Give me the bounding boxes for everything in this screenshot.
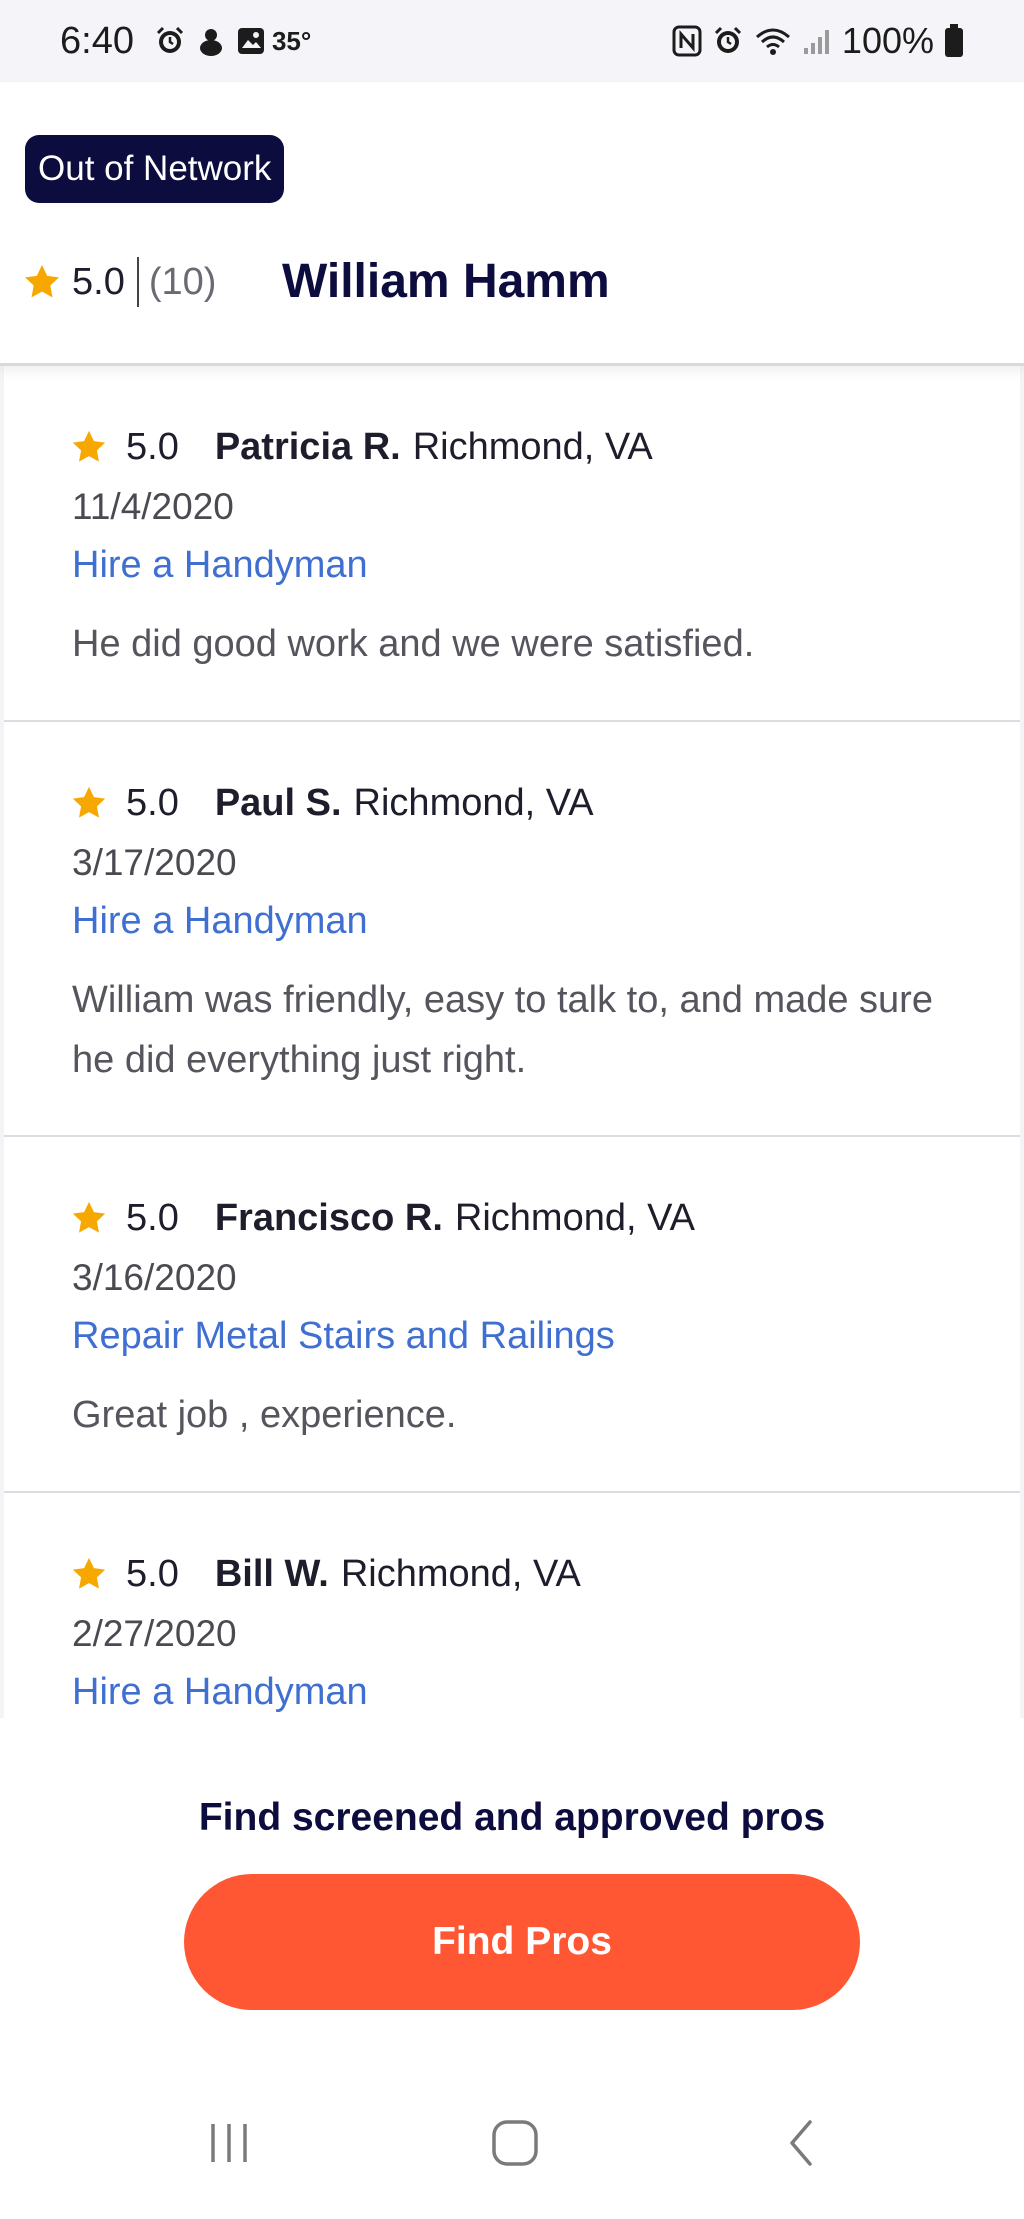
review-rating: 5.0 xyxy=(126,781,179,824)
footer-title: Find screened and approved pros xyxy=(198,1796,826,1839)
recent-apps-icon[interactable] xyxy=(189,2108,269,2178)
star-icon xyxy=(70,1555,108,1593)
find-pros-button[interactable]: Find Pros xyxy=(184,1874,860,2010)
review-header: 5.0 Francisco R. Richmond, VA xyxy=(70,1193,695,1243)
review-header: 5.0 Bill W. Richmond, VA xyxy=(70,1549,581,1599)
reviewer-name: Bill W. xyxy=(214,1552,329,1595)
review-date: 11/4/2020 xyxy=(72,486,234,527)
home-icon[interactable] xyxy=(475,2108,555,2178)
pro-name: William Hamm xyxy=(282,255,610,308)
review-rating: 5.0 xyxy=(126,1196,179,1239)
battery-icon xyxy=(944,24,964,58)
review-text: Great job , experience. xyxy=(72,1394,457,1436)
review-text: He did good work and we were satisfied. xyxy=(72,623,755,665)
status-bar: 6:40 35° 100% xyxy=(0,0,1024,82)
review-count: (10) xyxy=(148,260,217,303)
review-card: 5.0 Francisco R. Richmond, VA 3/16/2020 … xyxy=(4,1137,1020,1493)
temperature-label: 35° xyxy=(271,25,312,56)
reviewer-location: Richmond, VA xyxy=(454,1196,695,1239)
nfc-icon xyxy=(672,25,702,57)
reviewer-name: Patricia R. xyxy=(214,425,401,468)
alarm-icon xyxy=(154,25,186,57)
review-service-link[interactable]: Hire a Handyman xyxy=(72,544,368,587)
review-rating: 5.0 xyxy=(126,1552,179,1595)
review-date: 2/27/2020 xyxy=(72,1613,237,1654)
review-card: 5.0 Paul S. Richmond, VA 3/17/2020 Hire … xyxy=(4,722,1020,1137)
star-icon xyxy=(70,784,108,822)
status-bar-right: 100% xyxy=(672,20,964,62)
status-bar-left: 6:40 35° xyxy=(60,20,311,63)
review-card: 5.0 Patricia R. Richmond, VA 11/4/2020 H… xyxy=(4,366,1020,722)
reviewer-location: Richmond, VA xyxy=(353,781,594,824)
reviewer-name: Francisco R. xyxy=(214,1196,443,1239)
out-of-network-badge: Out of Network xyxy=(25,135,285,203)
review-date: 3/17/2020 xyxy=(72,842,237,883)
status-time: 6:40 xyxy=(60,19,134,62)
signal-icon xyxy=(802,26,832,56)
review-rating: 5.0 xyxy=(126,425,179,468)
pro-header: Out of Network 5.0 (10) William Hamm xyxy=(0,82,1024,366)
header-rating-score: 5.0 xyxy=(72,260,125,303)
reviews-list[interactable]: 5.0 Patricia R. Richmond, VA 11/4/2020 H… xyxy=(0,366,1024,1718)
review-header: 5.0 Patricia R. Richmond, VA xyxy=(70,422,653,472)
review-service-link[interactable]: Hire a Handyman xyxy=(72,900,368,943)
reviewer-location: Richmond, VA xyxy=(340,1552,581,1595)
review-header: 5.0 Paul S. Richmond, VA xyxy=(70,778,594,828)
review-service-link[interactable]: Repair Metal Stairs and Railings xyxy=(72,1315,615,1358)
rating-divider xyxy=(136,257,139,307)
star-icon xyxy=(70,1199,108,1237)
alarm-icon xyxy=(712,25,744,57)
find-pros-footer: Find screened and approved pros Find Pro… xyxy=(0,1718,1024,2068)
review-text: William was friendly, easy to talk to, a… xyxy=(72,979,933,1081)
back-icon[interactable] xyxy=(763,2108,843,2178)
reviewer-location: Richmond, VA xyxy=(412,425,653,468)
accuweather-icon xyxy=(196,25,226,57)
reviewer-name: Paul S. xyxy=(214,781,342,824)
wifi-icon xyxy=(754,25,792,57)
star-icon xyxy=(22,262,62,302)
system-navigation-bar xyxy=(0,2068,1024,2219)
review-service-link[interactable]: Hire a Handyman xyxy=(72,1671,368,1714)
review-card: 5.0 Bill W. Richmond, VA 2/27/2020 Hire … xyxy=(4,1493,1020,1718)
battery-percent: 100% xyxy=(841,20,934,61)
gallery-icon xyxy=(236,26,266,56)
review-date: 3/16/2020 xyxy=(72,1257,237,1298)
star-icon xyxy=(70,428,108,466)
header-rating: 5.0 (10) xyxy=(22,257,216,307)
